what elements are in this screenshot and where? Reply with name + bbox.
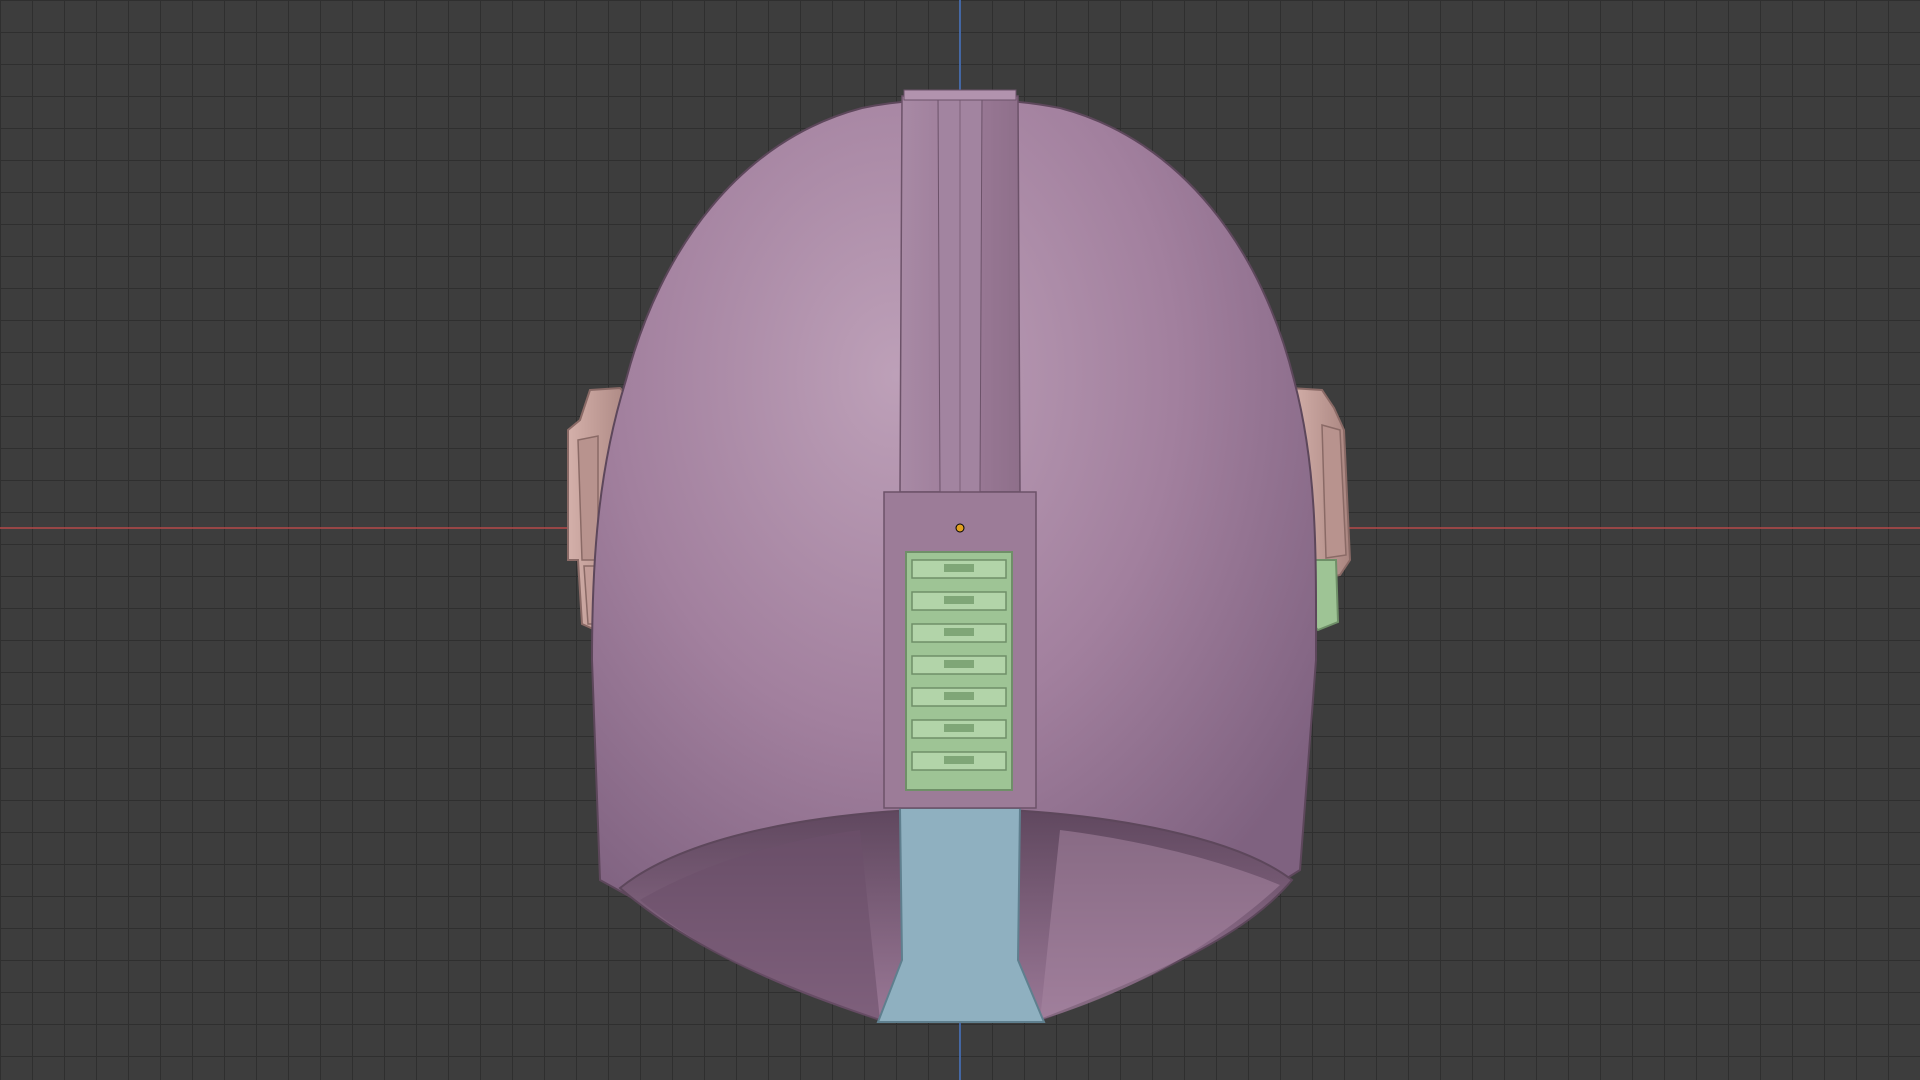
rear-vent-panel[interactable] bbox=[905, 551, 1013, 791]
viewport-scene bbox=[0, 0, 1920, 1080]
3d-viewport[interactable] bbox=[0, 0, 1920, 1080]
rear-fin-strip[interactable] bbox=[899, 89, 1021, 493]
origin-marker bbox=[955, 523, 965, 533]
inner-visor-strip bbox=[876, 807, 1046, 1023]
